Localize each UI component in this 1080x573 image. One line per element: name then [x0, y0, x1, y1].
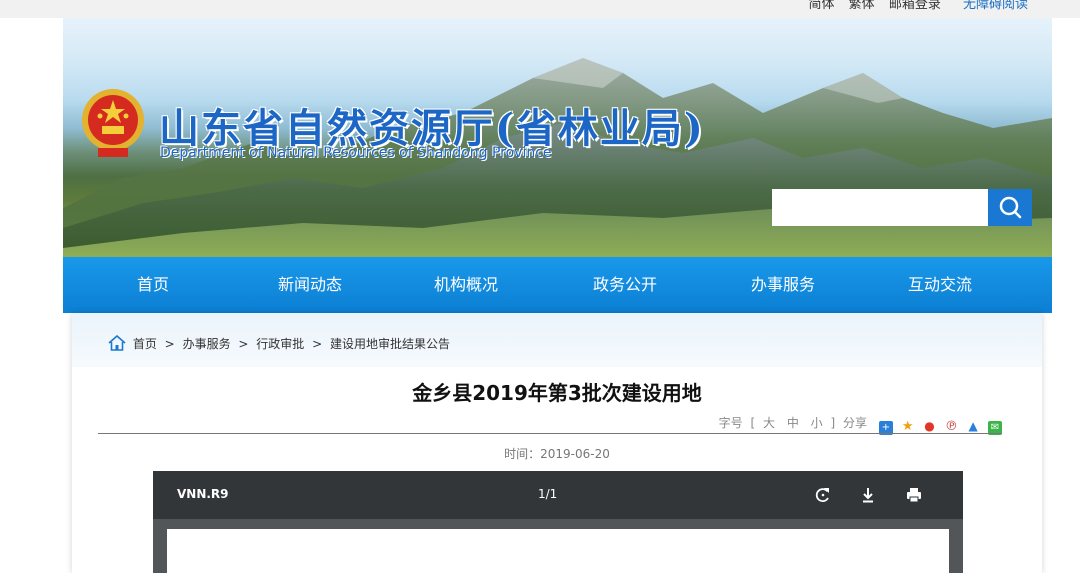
traditional-chinese-link[interactable]: 繁体 [849, 0, 875, 12]
rotate-button[interactable] [811, 483, 835, 507]
national-emblem-logo [80, 86, 146, 160]
nav-item-services[interactable]: 办事服务 [723, 257, 843, 313]
content-panel: 首页 > 办事服务 > 行政审批 > 建设用地审批结果公告 金乡县2019年第3… [72, 313, 1042, 573]
download-button[interactable] [856, 483, 880, 507]
nav-item-organization[interactable]: 机构概况 [406, 257, 526, 313]
breadcrumb-home[interactable]: 首页 [133, 337, 157, 351]
breadcrumb-separator: > [312, 337, 323, 351]
top-bar: 简体 繁体 邮箱登录 无障碍阅读 [0, 0, 1080, 18]
print-icon [907, 488, 921, 503]
share-weibo-icon[interactable]: ● [922, 419, 937, 433]
share-favorite-star-icon[interactable]: ★ [900, 420, 915, 434]
font-size-medium-button[interactable]: 中 [787, 416, 799, 430]
publish-date: 时间：2019-06-20 [504, 447, 610, 461]
bracket-open: [ [750, 416, 756, 430]
site-subtitle: Department of Natural Resources of Shand… [160, 145, 552, 161]
nav-item-interaction[interactable]: 互动交流 [880, 257, 1000, 313]
breadcrumb: 首页 > 办事服务 > 行政审批 > 建设用地审批结果公告 [108, 335, 450, 352]
print-button[interactable] [902, 483, 926, 507]
main-nav: 首页 新闻动态 机构概况 政务公开 办事服务 互动交流 [63, 257, 1052, 313]
font-size-label: 字号 [718, 416, 743, 430]
breadcrumb-approval[interactable]: 行政审批 [256, 337, 304, 351]
pdf-document-name: VNN.R9 [177, 487, 229, 501]
search-icon [999, 196, 1022, 219]
breadcrumb-current[interactable]: 建设用地审批结果公告 [330, 337, 450, 351]
pdf-viewer: VNN.R9 1/1 [153, 471, 963, 573]
share-label: 分享 [843, 416, 868, 430]
download-icon [863, 488, 873, 503]
accessibility-link[interactable]: 无障碍阅读 [963, 0, 1028, 12]
article-tools: 字号 [ 大 中 小 ] 分享 + ★ ● ℗ ▲ ✉ [719, 414, 1002, 435]
nav-item-news[interactable]: 新闻动态 [250, 257, 370, 313]
breadcrumb-separator: > [164, 337, 175, 351]
simplified-chinese-link[interactable]: 简体 [809, 0, 835, 12]
home-icon [108, 335, 126, 351]
article-title: 金乡县2019年第3批次建设用地 [412, 381, 702, 405]
mail-login-link[interactable]: 邮箱登录 [889, 0, 941, 12]
search-input[interactable] [772, 189, 988, 226]
pdf-page-indicator: 1/1 [538, 487, 558, 501]
breadcrumb-separator: > [238, 337, 249, 351]
share-qzone-icon[interactable]: ▲ [966, 419, 981, 433]
breadcrumb-services[interactable]: 办事服务 [183, 337, 231, 351]
title-divider [98, 433, 1002, 434]
pdf-page [167, 529, 949, 573]
nav-item-home[interactable]: 首页 [93, 257, 213, 313]
bracket-close: ] [830, 416, 836, 430]
font-size-large-button[interactable]: 大 [763, 416, 775, 430]
share-pinterest-icon[interactable]: ℗ [944, 420, 959, 434]
rotate-icon [815, 488, 829, 502]
pdf-toolbar: VNN.R9 1/1 [153, 471, 963, 519]
font-size-small-button[interactable]: 小 [811, 416, 823, 430]
header-banner: 山东省自然资源厅(省林业局) Department of Natural Res… [63, 18, 1052, 258]
nav-item-government-affairs[interactable]: 政务公开 [565, 257, 685, 313]
search-button[interactable] [988, 189, 1032, 226]
top-links: 简体 繁体 邮箱登录 无障碍阅读 [799, 0, 1028, 12]
breadcrumb-bar: 首页 > 办事服务 > 行政审批 > 建设用地审批结果公告 [72, 313, 1042, 367]
